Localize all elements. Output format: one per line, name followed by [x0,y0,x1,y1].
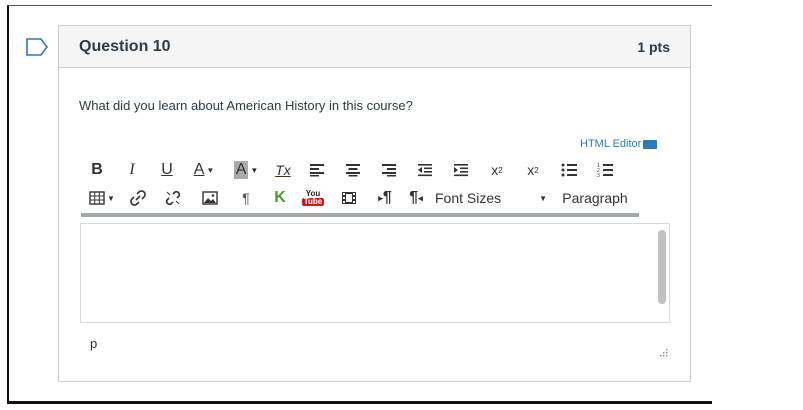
align-center-button[interactable] [335,158,371,182]
chevron-down-icon: ▼ [107,193,115,203]
outdent-button[interactable] [407,158,443,182]
editor-content[interactable] [81,224,669,236]
image-button[interactable] [193,186,227,210]
subscript-button[interactable]: x2 [515,158,551,182]
film-icon [342,192,356,204]
show-blocks-button[interactable]: ¶ [227,186,265,210]
keyboard-icon [643,139,658,149]
bold-button[interactable]: B [81,158,113,182]
paragraph-select[interactable]: Paragraph [555,186,635,210]
editor-scrollbar[interactable] [657,226,667,320]
bullet-list-icon [561,163,577,177]
align-left-icon [310,164,324,177]
numbered-list-button[interactable]: 123 [587,158,623,182]
rich-text-toolbar: B I U A ▼ A ▼ Tx x2 x2 1 2 3 ▼ ¶ K You T… [81,156,641,212]
align-right-icon [382,164,396,177]
unlink-button[interactable] [153,186,193,210]
paragraph-label: Paragraph [562,190,628,206]
question-header: Question 10 1 pts [59,26,690,68]
toolbar-divider [81,213,639,217]
youtube-icon: You Tube [301,189,325,206]
toolbar-row-2: ▼ ¶ K You Tube ▸ ¶ ¶ ◂ Font Sizes ▼ Para… [81,184,641,212]
html-editor-label: HTML Editor [580,138,642,150]
question-card: Question 10 1 pts What did you learn abo… [58,25,691,382]
bookmark-question-icon[interactable] [26,38,48,56]
svg-text:3: 3 [597,173,600,178]
outdent-icon [418,164,432,177]
question-title: Question 10 [79,37,171,55]
bullet-list-button[interactable] [551,158,587,182]
font-sizes-label: Font Sizes [435,190,502,206]
kaltura-button[interactable]: K [265,186,295,210]
element-path: p [90,336,98,351]
table-icon [89,191,105,205]
ltr-button[interactable]: ▸ ¶ [367,186,403,210]
superscript-button[interactable]: x2 [479,158,515,182]
background-color-button[interactable]: A ▼ [225,158,267,182]
rtl-button[interactable]: ¶ ◂ [403,186,429,210]
align-left-button[interactable] [299,158,335,182]
unlink-icon [165,190,181,206]
kaltura-icon: K [274,189,286,206]
resize-grip-icon[interactable] [659,348,668,357]
chevron-down-icon: ▼ [206,165,215,175]
numbered-list-icon: 123 [597,163,613,178]
link-button[interactable] [123,186,153,210]
chevron-down-icon: ▼ [539,193,547,203]
font-sizes-select[interactable]: Font Sizes ▼ [429,186,555,210]
indent-icon [454,164,468,177]
scrollbar-thumb[interactable] [658,230,666,304]
table-button[interactable]: ▼ [81,186,123,210]
align-right-button[interactable] [371,158,407,182]
indent-button[interactable] [443,158,479,182]
italic-button[interactable]: I [113,158,151,182]
html-editor-link[interactable]: HTML Editor [580,138,658,150]
toolbar-row-1: B I U A ▼ A ▼ Tx x2 x2 1 2 3 [81,156,641,184]
text-color-button[interactable]: A ▼ [183,158,225,182]
underline-button[interactable]: U [151,158,183,182]
chevron-down-icon: ▼ [250,165,259,175]
align-center-icon [346,164,360,177]
link-icon [130,190,146,206]
clear-formatting-button[interactable]: Tx [267,158,299,182]
answer-editor[interactable] [80,223,670,323]
image-icon [202,191,218,205]
media-button[interactable] [331,186,367,210]
question-points: 1 pts [637,38,670,55]
youtube-button[interactable]: You Tube [295,186,331,210]
question-text: What did you learn about American Histor… [79,98,413,113]
